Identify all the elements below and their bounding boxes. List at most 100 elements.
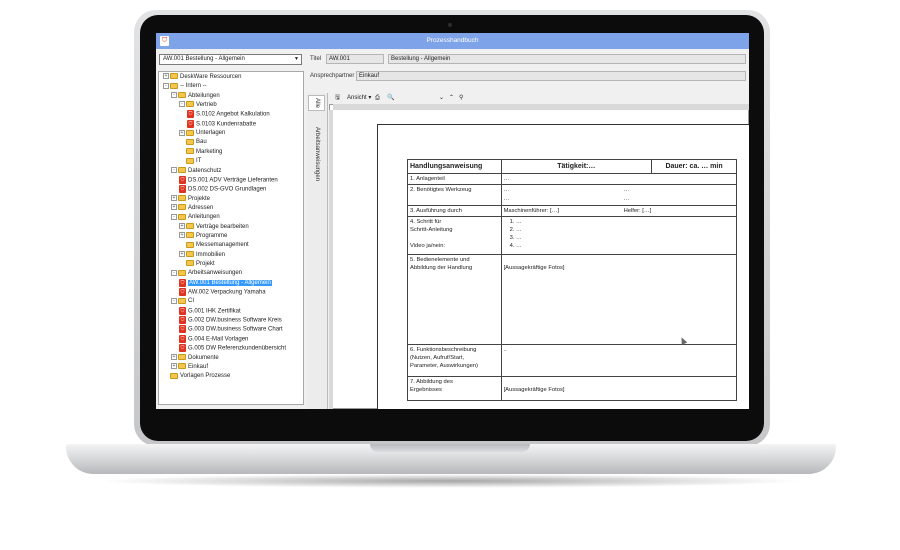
- tree-folder-item[interactable]: + Programme: [179, 232, 227, 241]
- row5-photos: [Aussagekräftige Fotos]: [503, 265, 565, 271]
- tab-alle[interactable]: Alle: [308, 95, 325, 111]
- tree-folder-item[interactable]: + Adressen: [171, 204, 213, 213]
- tree-item-label: AW.001 Bestellung - Allgemein: [188, 280, 272, 287]
- tree-document-item[interactable]: ⛉ AW.001 Bestellung - Allgemein: [179, 278, 272, 288]
- tree-folder-item[interactable]: - Datenschutz: [171, 166, 222, 176]
- tree-item-label: -- Intern --: [180, 83, 207, 90]
- expand-icon[interactable]: +: [179, 129, 185, 136]
- tree-item-label: CI: [188, 298, 194, 305]
- tree-folder-item[interactable]: - Arbeitsanweisungen: [171, 269, 242, 278]
- expand-icon[interactable]: +: [179, 232, 185, 239]
- folder-icon: [178, 363, 186, 370]
- tree-item-label: Datenschutz: [188, 167, 222, 174]
- app-window: ⛉ Prozesshandbuch AW.001 Bestellung - Al…: [156, 33, 749, 409]
- tree-document-item[interactable]: ⛉ S.0102 Angebot Kalkulation: [187, 110, 270, 119]
- tab-arbeitsanweisungen[interactable]: Arbeitsanweisungen: [308, 113, 325, 195]
- tree-document-item[interactable]: ⛉ G.005 DW Referenzkundenübersicht: [179, 344, 286, 353]
- tree-folder-item[interactable]: + Verträge bearbeiten: [179, 223, 249, 232]
- tree-folder-item[interactable]: - Anleitungen: [171, 213, 220, 222]
- folder-icon: [186, 251, 194, 258]
- expand-icon[interactable]: +: [171, 204, 177, 211]
- expand-icon[interactable]: +: [171, 194, 177, 201]
- tree-folder-item[interactable]: Projekt: [179, 260, 215, 269]
- expand-icon[interactable]: +: [179, 251, 185, 258]
- tree-folder-item[interactable]: + Einkauf: [171, 363, 208, 372]
- tree-folder-item[interactable]: - -- Intern --: [163, 82, 207, 91]
- expand-icon[interactable]: +: [163, 73, 169, 80]
- collapse-icon[interactable]: -: [171, 297, 177, 304]
- tree-document-item[interactable]: ⛉ G.001 IHK Zertifikat: [179, 306, 241, 316]
- process-document-icon: ⛉: [187, 110, 194, 119]
- collapse-icon[interactable]: -: [171, 269, 177, 276]
- row6-label: 6. Funktionsbeschreibung (Nutzen, Aufruf…: [407, 344, 502, 377]
- tree-folder-item[interactable]: + Unterlagen: [179, 129, 225, 138]
- tree-folder-item[interactable]: Bau: [179, 138, 207, 147]
- tree-document-item[interactable]: ⛉ G.004 E-Mail Vorlagen: [179, 334, 248, 344]
- collapse-icon[interactable]: -: [171, 166, 177, 173]
- row1-value: …: [500, 173, 738, 185]
- tree-folder-item[interactable]: Vorlagen Prozesse: [163, 372, 230, 381]
- print-icon[interactable]: ⎙: [375, 93, 380, 103]
- title-field[interactable]: Bestellung - Allgemein: [388, 54, 746, 64]
- collapse-icon[interactable]: -: [171, 92, 177, 99]
- collapse-icon[interactable]: -: [163, 82, 169, 89]
- tree-item-label: G.001 IHK Zertifikat: [188, 308, 241, 315]
- view-menu[interactable]: Ansicht ▾: [347, 93, 371, 103]
- expand-icon[interactable]: +: [179, 223, 185, 230]
- binoculars-icon[interactable]: ⚲: [459, 93, 463, 103]
- tree-document-item[interactable]: ⛉ DS.001 ADV Verträge Lieferanten: [179, 175, 278, 185]
- chevron-down-icon[interactable]: ⌄: [439, 93, 444, 103]
- chevron-up-icon[interactable]: ⌃: [449, 93, 454, 103]
- window-title: Prozesshandbuch: [426, 37, 479, 44]
- tree-folder-item[interactable]: - CI: [171, 297, 194, 306]
- document-selector[interactable]: AW.001 Bestellung - Allgemein ▼: [159, 54, 302, 65]
- folder-icon: [178, 204, 186, 211]
- process-document-icon: ⛉: [179, 306, 186, 315]
- tree-folder-item[interactable]: IT: [179, 157, 201, 166]
- save-icon[interactable]: 🖫: [335, 93, 340, 103]
- row7-label-b: Ergebnisses: [410, 387, 442, 393]
- folder-icon: [186, 148, 194, 155]
- tree-item-label: Vertrieb: [196, 102, 217, 109]
- process-tree[interactable]: + DeskWare Ressourcen - -- Intern -- - Abteil…: [158, 71, 304, 405]
- folder-icon: [178, 92, 186, 99]
- expand-icon[interactable]: +: [171, 353, 177, 360]
- tree-document-item[interactable]: ⛉ G.002 DW.business Software Kreis: [179, 316, 282, 325]
- form-header-activity: Tätigkeit:…: [500, 159, 653, 174]
- document-page: Handlungsanweisung Tätigkeit:… Dauer: ca…: [377, 124, 749, 409]
- tree-folder-item[interactable]: + Projekte: [171, 194, 210, 204]
- row5-label: 5. Bedienelemente und Abbildung der Hand…: [407, 254, 502, 345]
- tree-document-item[interactable]: ⛉ S.0103 Kundenrabatte: [187, 119, 256, 129]
- print-preview-icon[interactable]: 🔍: [387, 93, 394, 103]
- tree-folder-item[interactable]: - Abteilungen: [171, 92, 220, 101]
- tree-document-item[interactable]: ⛉ DS.002 DS-GVO Grundlagen: [179, 185, 266, 194]
- collapse-icon[interactable]: -: [171, 213, 177, 220]
- chevron-down-icon[interactable]: ▼: [294, 55, 299, 64]
- tree-folder-item[interactable]: - Vertrieb: [179, 101, 217, 110]
- tree-folder-item[interactable]: + Dokumente: [171, 353, 219, 363]
- row5-value: [Aussagekräftige Fotos]: [500, 254, 738, 345]
- tree-item-label: Unterlagen: [196, 130, 226, 137]
- expand-icon[interactable]: +: [171, 363, 177, 370]
- tree-folder-item[interactable]: Messemanagement: [179, 241, 249, 250]
- view-menu-label: Ansicht: [347, 95, 367, 101]
- contact-field[interactable]: Einkauf: [356, 71, 746, 81]
- tree-item-label: Vorlagen Prozesse: [180, 373, 231, 380]
- row1-label: 1. Anlagenteil: [407, 173, 502, 185]
- collapse-icon[interactable]: -: [179, 101, 185, 108]
- code-field[interactable]: AW.001: [326, 54, 384, 64]
- row4-label: 4. Schritt für Schritt-Anleitung Video j…: [407, 216, 502, 255]
- tree-document-item[interactable]: ⛉ G.003 DW.business Software Chart: [179, 325, 283, 334]
- tree-folder-item[interactable]: + DeskWare Ressourcen: [163, 73, 241, 82]
- tree-document-item[interactable]: ⛉ AW.002 Verpackung Yamaha: [179, 288, 266, 297]
- process-document-icon: ⛉: [179, 334, 186, 343]
- row5-label-a: 5. Bedienelemente und: [410, 257, 470, 263]
- title-label: Titel: [310, 56, 322, 62]
- row7-label: 7. Abbildung des Ergebnisses: [407, 376, 502, 401]
- tree-folder-item[interactable]: Marketing: [179, 148, 222, 157]
- process-document-icon: ⛉: [179, 325, 186, 334]
- folder-icon: [186, 138, 194, 145]
- folder-icon: [186, 232, 194, 239]
- row6-label-b: (Nutzen, Aufruf/Start,: [410, 355, 465, 361]
- tree-folder-item[interactable]: + Immobilien: [179, 251, 225, 260]
